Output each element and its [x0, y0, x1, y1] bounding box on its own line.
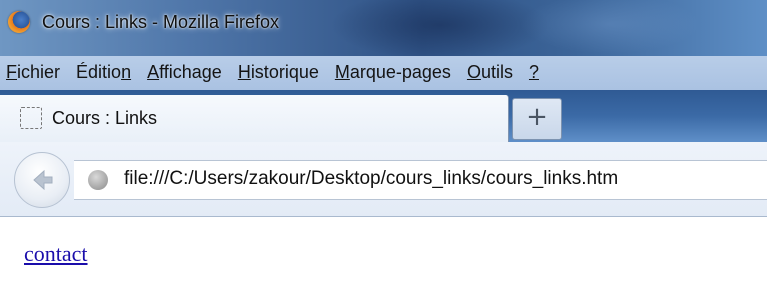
back-button[interactable] [14, 152, 70, 208]
menu-bar: Fichier Édition Affichage Historique Mar… [0, 56, 767, 90]
globe-icon[interactable] [88, 170, 108, 190]
menu-edition-accesskey-char: n [121, 62, 132, 82]
back-arrow-icon [33, 169, 53, 191]
tab-strip: Cours : Links + [0, 90, 767, 142]
menu-fichier-accesskey: F [6, 62, 17, 82]
menu-edition-accesskey: É [76, 62, 89, 82]
menu-fichier-label: ichier [17, 62, 61, 82]
title-bar-background-highlight [520, 0, 700, 54]
menu-fichier[interactable]: Fichier [6, 62, 60, 83]
menu-outils-accesskey: O [466, 62, 481, 82]
menu-marque-pages-accesskey: M [334, 62, 350, 82]
menu-aide-accesskey: ? [528, 62, 539, 82]
contact-link[interactable]: contact [24, 241, 88, 267]
page-placeholder-icon [20, 107, 42, 129]
plus-icon: + [526, 102, 548, 132]
menu-edition[interactable]: Édition [76, 62, 131, 83]
menu-historique-label: istorique [250, 62, 319, 82]
menu-outils-label: utils [480, 62, 513, 82]
menu-affichage-accesskey: A [147, 62, 160, 82]
menu-affichage[interactable]: Affichage [147, 62, 222, 83]
tab-cours-links[interactable]: Cours : Links [0, 95, 509, 142]
navigation-toolbar: file:///C:/Users/zakour/Desktop/cours_li… [0, 142, 767, 217]
menu-aide[interactable]: ? [529, 62, 539, 83]
new-tab-button[interactable]: + [512, 98, 562, 140]
menu-historique-accesskey: H [237, 62, 251, 82]
window-title: Cours : Links - Mozilla Firefox [42, 12, 280, 32]
menu-edition-label: ditio [88, 62, 122, 82]
menu-historique[interactable]: Historique [238, 62, 319, 83]
menu-outils[interactable]: Outils [467, 62, 513, 83]
window-title-bar: Cours : Links - Mozilla Firefox [0, 0, 767, 56]
url-text[interactable]: file:///C:/Users/zakour/Desktop/cours_li… [124, 168, 618, 190]
tab-title: Cours : Links [52, 108, 158, 128]
menu-marque-pages-label: arque-pages [349, 62, 451, 82]
menu-affichage-label: ffichage [159, 62, 222, 82]
title-bar-background-shade [330, 0, 550, 56]
menu-marque-pages[interactable]: Marque-pages [335, 62, 451, 83]
firefox-logo-icon[interactable] [8, 11, 30, 33]
url-bar[interactable]: file:///C:/Users/zakour/Desktop/cours_li… [74, 160, 767, 200]
page-content: contact [0, 217, 767, 300]
